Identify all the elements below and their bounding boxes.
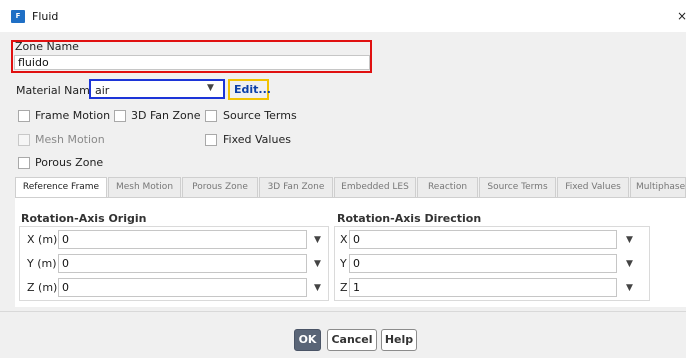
tab-fixed-values[interactable]: Fixed Values	[557, 177, 629, 198]
3d-fan-zone-checkbox[interactable]	[114, 110, 126, 122]
tab-mesh-motion[interactable]: Mesh Motion	[108, 177, 181, 198]
material-name-value: air	[95, 84, 110, 97]
rotation-axis-origin-title: Rotation-Axis Origin	[21, 212, 147, 225]
material-name-dropdown[interactable]	[89, 79, 225, 99]
material-name-label: Material Name	[16, 84, 97, 97]
mesh-motion-label: Mesh Motion	[35, 133, 105, 146]
zone-name-input[interactable]: fluido	[14, 55, 370, 70]
direction-y-label: Y	[340, 257, 347, 270]
chevron-down-icon[interactable]: ▼	[207, 83, 214, 93]
origin-y-input[interactable]: 0	[58, 254, 307, 273]
frame-motion-label: Frame Motion	[35, 109, 111, 122]
help-button[interactable]: Help	[381, 329, 417, 351]
ansys-fluent-icon: F	[11, 10, 25, 23]
divider	[0, 311, 686, 312]
origin-y-label: Y (m)	[27, 257, 57, 270]
chevron-down-icon[interactable]: ▼	[626, 259, 633, 269]
direction-z-label: Z	[340, 281, 348, 294]
chevron-down-icon[interactable]: ▼	[314, 259, 321, 269]
tab-3d-fan-zone[interactable]: 3D Fan Zone	[259, 177, 333, 198]
tab-reaction[interactable]: Reaction	[417, 177, 478, 198]
mesh-motion-checkbox[interactable]	[18, 134, 30, 146]
origin-x-input[interactable]: 0	[58, 230, 307, 249]
tab-source-terms[interactable]: Source Terms	[479, 177, 556, 198]
close-icon[interactable]: ×	[677, 9, 686, 23]
source-terms-label: Source Terms	[223, 109, 297, 122]
porous-zone-checkbox[interactable]	[18, 157, 30, 169]
porous-zone-label: Porous Zone	[35, 156, 104, 169]
rotation-axis-direction-title: Rotation-Axis Direction	[337, 212, 482, 225]
3d-fan-zone-label: 3D Fan Zone	[131, 109, 201, 122]
fixed-values-checkbox[interactable]	[205, 134, 217, 146]
cancel-button[interactable]: Cancel	[327, 329, 377, 351]
direction-x-label: X	[340, 233, 348, 246]
direction-y-input[interactable]: 0	[349, 254, 617, 273]
window-title: Fluid	[32, 10, 59, 23]
tab-multiphase[interactable]: Multiphase	[630, 177, 686, 198]
ok-button[interactable]: OK	[294, 329, 321, 351]
chevron-down-icon[interactable]: ▼	[314, 283, 321, 293]
chevron-down-icon[interactable]: ▼	[626, 235, 633, 245]
tab-embedded-les[interactable]: Embedded LES	[334, 177, 416, 198]
chevron-down-icon[interactable]: ▼	[626, 283, 633, 293]
chevron-down-icon[interactable]: ▼	[314, 235, 321, 245]
origin-z-label: Z (m)	[27, 281, 58, 294]
frame-motion-checkbox[interactable]	[18, 110, 30, 122]
fixed-values-label: Fixed Values	[223, 133, 291, 146]
title-bar	[0, 0, 686, 32]
tab-porous-zone[interactable]: Porous Zone	[182, 177, 258, 198]
tab-strip: Reference Frame Mesh Motion Porous Zone …	[15, 177, 686, 199]
origin-x-label: X (m)	[27, 233, 58, 246]
edit-button-label[interactable]: Edit...	[234, 83, 271, 96]
zone-name-label: Zone Name	[15, 40, 79, 53]
tab-reference-frame[interactable]: Reference Frame	[15, 177, 107, 199]
direction-x-input[interactable]: 0	[349, 230, 617, 249]
direction-z-input[interactable]: 1	[349, 278, 617, 297]
origin-z-input[interactable]: 0	[58, 278, 307, 297]
source-terms-checkbox[interactable]	[205, 110, 217, 122]
